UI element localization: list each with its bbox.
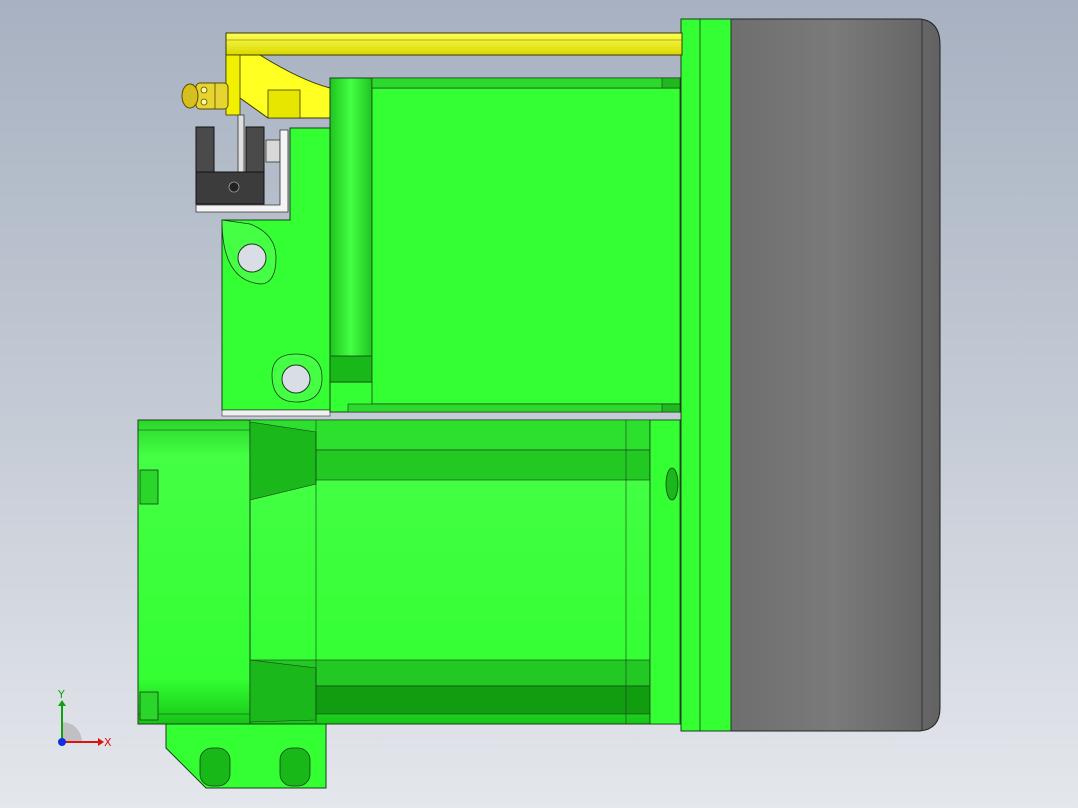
cad-viewport[interactable]: X Y — [0, 0, 1078, 808]
grey-back-plate — [727, 18, 941, 732]
grease-fitting — [181, 82, 229, 110]
cad-model[interactable]: X Y — [0, 0, 1078, 808]
axis-y-label: Y — [57, 688, 65, 701]
servo-motor — [137, 419, 681, 725]
upper-housing — [329, 77, 681, 413]
coordinate-triad-icon: X Y — [57, 688, 112, 749]
green-flange-plate — [680, 18, 732, 732]
axis-x-label: X — [104, 736, 112, 749]
bottom-connector — [165, 723, 327, 789]
photo-sensor — [195, 114, 289, 213]
